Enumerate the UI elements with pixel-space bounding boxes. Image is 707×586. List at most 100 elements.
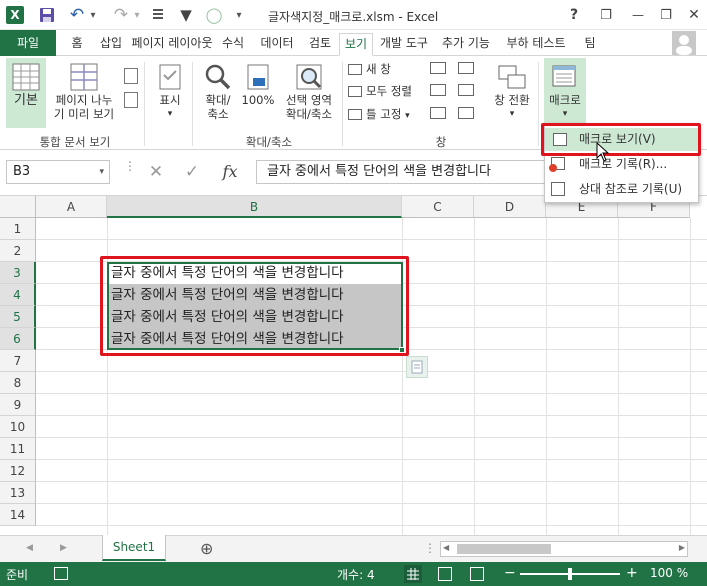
custom-views-icon[interactable] [124, 92, 138, 108]
row-header-13[interactable]: 13 [0, 482, 36, 504]
tab-view[interactable]: 보기 [339, 33, 373, 56]
new-sheet-icon[interactable]: ⊕ [200, 539, 213, 558]
close-icon[interactable]: ✕ [684, 6, 704, 24]
tab-review[interactable]: 검토 [304, 33, 336, 56]
row-header-3[interactable]: 3 [0, 262, 36, 284]
normal-view-status-icon[interactable] [404, 565, 422, 583]
undo-dropdown-icon[interactable]: ▾ [88, 6, 98, 24]
gridline [546, 218, 547, 535]
row-header-4[interactable]: 4 [0, 284, 36, 306]
new-window-button[interactable]: 새 창 [348, 62, 391, 76]
split-icon[interactable] [430, 62, 446, 74]
tab-split-grip-icon[interactable]: ⋮ [424, 541, 436, 555]
user-avatar[interactable] [672, 31, 696, 55]
zoom-slider[interactable] [520, 568, 620, 580]
zoom-slider-thumb[interactable] [568, 568, 572, 580]
select-all-corner[interactable] [0, 196, 36, 218]
page-layout-status-icon[interactable] [438, 567, 452, 581]
formula-input[interactable]: 글자 중에서 특정 단어의 색을 변경합니다 [256, 160, 546, 184]
gridline [36, 437, 707, 438]
gridline [36, 459, 707, 460]
sort-icon[interactable] [150, 6, 166, 24]
row-header-5[interactable]: 5 [0, 306, 36, 328]
filter-icon[interactable]: ▼ [176, 6, 196, 24]
undo-icon[interactable]: ↶ [66, 5, 88, 25]
tab-load-test[interactable]: 부하 테스트 [500, 33, 572, 56]
reset-window-icon[interactable] [458, 107, 474, 119]
unhide-icon[interactable] [430, 107, 446, 119]
row-header-9[interactable]: 9 [0, 394, 36, 416]
menu-item-record-macro[interactable]: 매크로 기록(R)... [545, 153, 698, 176]
worksheet-grid[interactable]: A B C D E F 글자 중에서 특정 단어의 색을 변경합니다 글자 중에… [0, 196, 707, 535]
switch-windows-button[interactable]: 창 전환 ▾ [490, 58, 534, 121]
page-break-status-icon[interactable] [470, 567, 484, 581]
circle-icon[interactable]: ◯ [204, 6, 224, 24]
hide-icon[interactable] [430, 84, 446, 96]
zoom-in-icon[interactable]: + [626, 565, 638, 581]
zoom-out-icon[interactable]: − [504, 565, 516, 581]
zoom-to-selection-button[interactable]: 선택 영역 확대/축소 [278, 58, 340, 121]
show-button[interactable]: 표시 ▾ [150, 58, 190, 121]
enter-icon[interactable]: ✓ [180, 162, 204, 182]
name-box[interactable]: B3 ▾ [6, 160, 110, 184]
page-layout-view-icon[interactable] [124, 68, 138, 84]
tab-data[interactable]: 데이터 [254, 33, 300, 56]
insert-function-icon[interactable]: fx [216, 162, 244, 181]
row-header-1[interactable]: 1 [0, 218, 36, 240]
scroll-thumb[interactable] [457, 544, 551, 554]
tab-home[interactable]: 홈 [62, 33, 92, 56]
column-header-d[interactable]: D [474, 196, 546, 218]
view-side-by-side-icon[interactable] [458, 62, 474, 74]
quick-analysis-icon[interactable] [406, 356, 428, 378]
workbook-views-group-label: 통합 문서 보기 [39, 135, 111, 149]
tab-addins[interactable]: 추가 기능 [436, 33, 496, 56]
help-icon[interactable]: ? [564, 6, 584, 24]
menu-item-use-relative-references[interactable]: 상대 참조로 기록(U) [545, 178, 698, 201]
tab-team[interactable]: 팀 [578, 33, 602, 56]
macro-record-status-icon[interactable] [54, 567, 68, 580]
name-box-dropdown-icon[interactable]: ▾ [99, 161, 104, 183]
zoom-button[interactable]: 확대/ 축소 [198, 58, 238, 121]
row-header-11[interactable]: 11 [0, 438, 36, 460]
minimize-icon[interactable]: — [628, 6, 648, 24]
cancel-icon[interactable]: ✕ [144, 162, 168, 182]
row-header-10[interactable]: 10 [0, 416, 36, 438]
column-header-c[interactable]: C [402, 196, 474, 218]
row-header-2[interactable]: 2 [0, 240, 36, 262]
sheet-next-icon[interactable]: ▶ [60, 543, 67, 553]
row-header-6[interactable]: 6 [0, 328, 36, 350]
column-header-a[interactable]: A [36, 196, 107, 218]
freeze-panes-button[interactable]: 틀 고정 ▾ [348, 107, 410, 123]
relative-reference-icon [551, 182, 565, 196]
column-header-b[interactable]: B [107, 196, 402, 218]
row-header-8[interactable]: 8 [0, 372, 36, 394]
scroll-left-icon[interactable]: ◀ [443, 543, 449, 552]
gridline [36, 371, 707, 372]
macros-button[interactable]: 매크로 ▾ [544, 58, 586, 124]
formula-bar-grip-icon[interactable]: ⋮ [124, 160, 136, 172]
tab-developer[interactable]: 개발 도구 [374, 33, 434, 56]
customize-quick-access-icon[interactable]: ▾ [232, 6, 246, 24]
sheet-tab-sheet1[interactable]: Sheet1 [102, 535, 166, 561]
maximize-icon[interactable]: ❐ [656, 6, 676, 24]
row-header-14[interactable]: 14 [0, 504, 36, 526]
row-header-12[interactable]: 12 [0, 460, 36, 482]
save-icon[interactable] [36, 6, 58, 24]
arrange-all-button[interactable]: 모두 정렬 [348, 84, 412, 98]
ribbon-display-options-icon[interactable]: ❐ [596, 6, 616, 24]
redo-icon[interactable]: ↷ [110, 5, 132, 25]
page-break-preview-button[interactable]: 페이지 나누 기 미리 보기 [48, 58, 120, 121]
row-header-7[interactable]: 7 [0, 350, 36, 372]
normal-view-button[interactable]: 기본 [6, 58, 46, 128]
tab-page-layout[interactable]: 페이지 레이아웃 [130, 33, 214, 56]
redo-dropdown-icon[interactable]: ▾ [132, 6, 142, 24]
sheet-prev-icon[interactable]: ◀ [26, 543, 33, 553]
tab-file[interactable]: 파일 [0, 30, 56, 56]
tab-formulas[interactable]: 수식 [216, 33, 250, 56]
scroll-right-icon[interactable]: ▶ [679, 543, 685, 552]
zoom-level[interactable]: 100 % [650, 566, 688, 580]
sync-scroll-icon[interactable] [458, 84, 474, 96]
horizontal-scrollbar[interactable]: ◀ ▶ [440, 541, 688, 557]
zoom-100-button[interactable]: 100% [240, 58, 276, 107]
tab-insert[interactable]: 삽입 [94, 33, 128, 56]
